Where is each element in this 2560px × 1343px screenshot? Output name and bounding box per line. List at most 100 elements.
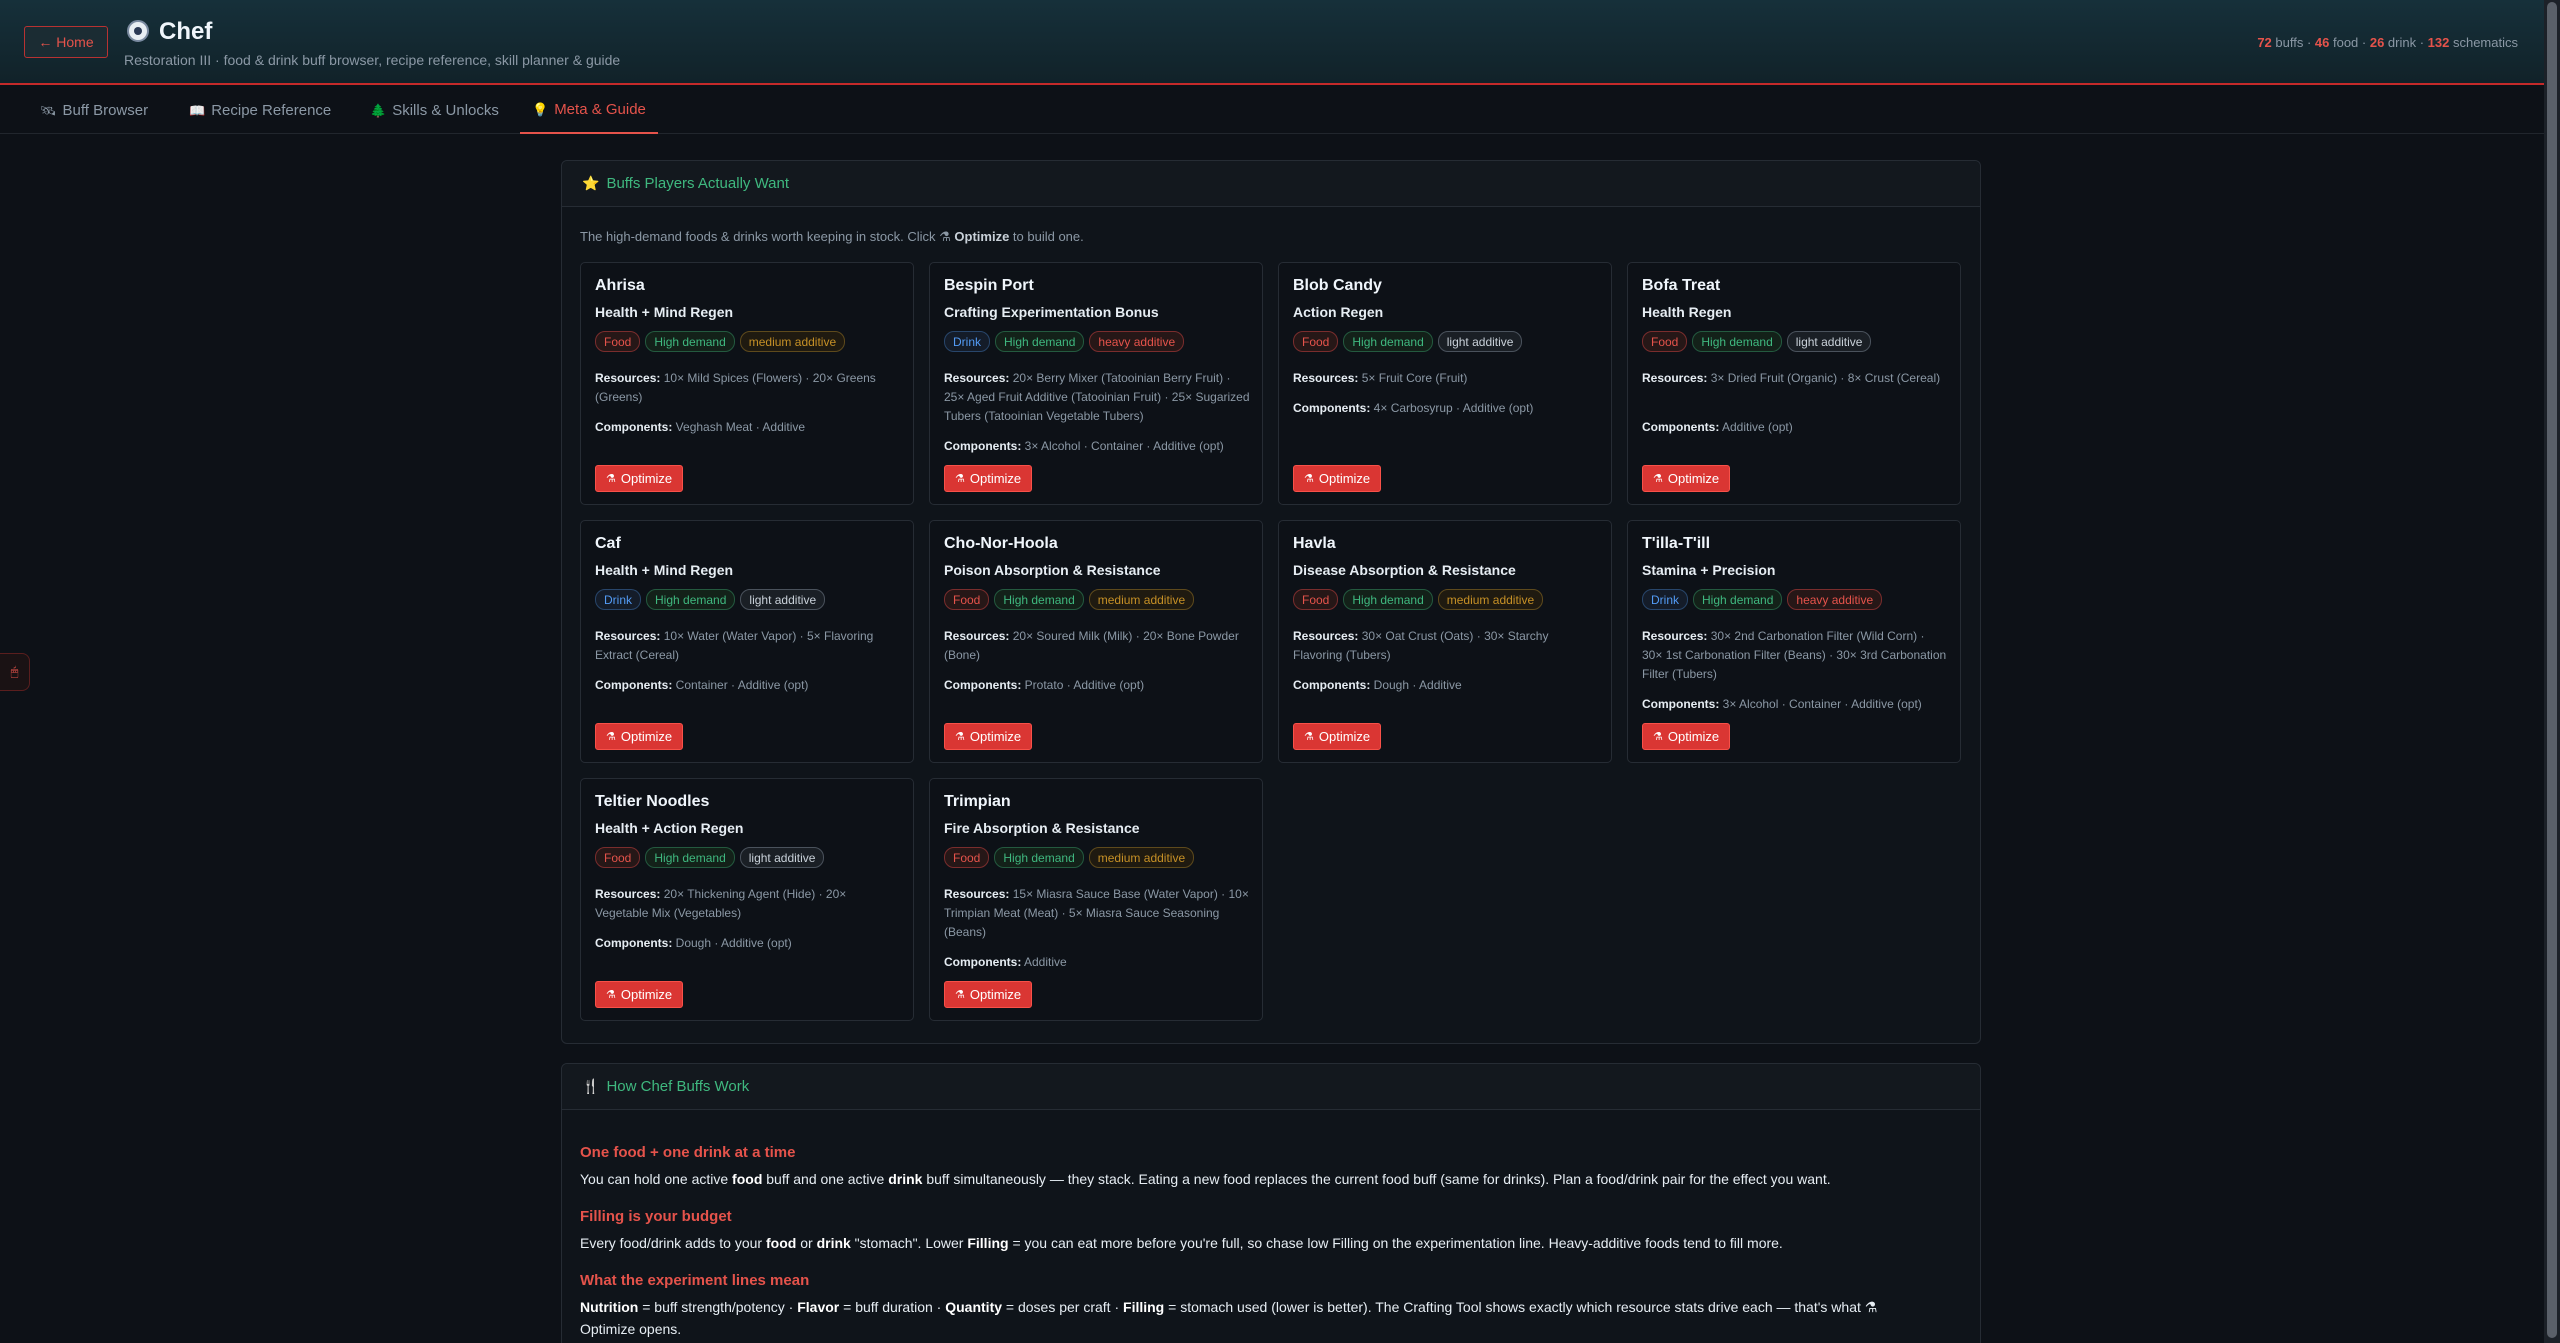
card-buff-effect: Fire Absorption & Resistance (944, 820, 1140, 836)
home-button[interactable]: ← Home (24, 26, 108, 58)
optimize-button[interactable]: ⚗ Optimize (1293, 723, 1382, 750)
buff-card: Ahrisa Health + Mind Regen Food High demand… (580, 262, 914, 505)
additive-badge: medium additive (1437, 589, 1544, 610)
optimize-button[interactable]: ⚗ Optimize (595, 465, 684, 492)
card-buff-effect: Health + Mind Regen (595, 304, 734, 320)
card-resources: Resources: 30× 2nd Carbonation Filter (W… (1642, 627, 1948, 684)
page-scrollbar[interactable] (2544, 0, 2560, 1343)
card-title: T'illa-T'ill (1642, 535, 1711, 552)
card-buff-effect: Poison Absorption & Resistance (944, 562, 1161, 578)
flask-icon: ⚗ (1304, 473, 1314, 485)
demand-badge: High demand (1343, 589, 1433, 610)
book-icon: 📖 (189, 102, 206, 118)
stat-schematics-count: 132 (2427, 35, 2450, 50)
type-badge: Food (1293, 589, 1339, 610)
card-resources: Resources: 15× Miasra Sauce Base (Water … (944, 885, 1250, 942)
tab-bar: 🛰 Buff Browser 📖 Recipe Reference 🌲 Skil… (0, 87, 2544, 134)
card-tags: Food High demand medium additive (1293, 589, 1544, 610)
tree-icon: 🌲 (370, 102, 387, 118)
demand-badge: High demand (994, 589, 1084, 610)
card-components: Components: 3× Alcohol · Container · Add… (1642, 695, 1948, 714)
buff-card: Bofa Treat Health Regen Food High demand lig… (1627, 262, 1961, 505)
components-value: 4× Carbosyrup · Additive (opt) (1373, 401, 1534, 415)
buff-card: Caf Health + Mind Regen Drink High demand li… (580, 520, 914, 763)
tab-label: Skills & Unlocks (392, 102, 499, 119)
type-badge: Drink (595, 589, 642, 610)
optimize-button[interactable]: ⚗ Optimize (944, 981, 1033, 1008)
optimize-button[interactable]: ⚗ Optimize (944, 465, 1033, 492)
tab-skills-unlocks[interactable]: 🌲 Skills & Unlocks (358, 87, 511, 134)
flask-icon: ⚗ (606, 989, 616, 1001)
demand-badge: High demand (645, 331, 735, 352)
optimize-label: Optimize (620, 729, 673, 744)
flask-icon: ⚗ (939, 229, 951, 244)
guide-section-title: One food + one drink at a time (580, 1144, 796, 1161)
card-tags: Food High demand light additive (595, 847, 825, 868)
optimize-label: Optimize (1667, 729, 1720, 744)
guide-section-text: You can hold one active food buff and on… (580, 1171, 1831, 1187)
card-components: Components: 4× Carbosyrup · Additive (op… (1293, 399, 1599, 418)
resources-label: Resources: (944, 629, 1010, 643)
components-value: Container · Additive (opt) (675, 678, 809, 692)
card-resources: Resources: 10× Mild Spices (Flowers) · 2… (595, 369, 901, 407)
panel-title: Buffs Players Actually Want (606, 175, 790, 192)
components-value: Dough · Additive (1373, 678, 1462, 692)
panel-title: How Chef Buffs Work (606, 1078, 750, 1095)
optimize-button[interactable]: ⚗ Optimize (1642, 465, 1731, 492)
type-badge: Drink (1642, 589, 1689, 610)
tab-label: Buff Browser (62, 102, 149, 119)
additive-badge: heavy additive (1089, 331, 1185, 352)
card-tags: Drink High demand heavy additive (1642, 589, 1883, 610)
components-value: 3× Alcohol · Container · Additive (opt) (1722, 697, 1922, 711)
type-badge: Food (1293, 331, 1339, 352)
stat-buffs-label: buffs · (2271, 35, 2315, 50)
optimize-label: Optimize (969, 471, 1022, 486)
card-title: Ahrisa (595, 277, 645, 294)
card-title: Bespin Port (944, 277, 1034, 294)
optimize-button[interactable]: ⚗ Optimize (1293, 465, 1382, 492)
resources-label: Resources: (944, 887, 1010, 901)
page-subtitle: Restoration III · food & drink buff brow… (124, 52, 621, 68)
tab-recipe-reference[interactable]: 📖 Recipe Reference (177, 87, 343, 134)
optimize-button[interactable]: ⚗ Optimize (595, 723, 684, 750)
type-badge: Food (595, 847, 641, 868)
card-buff-effect: Health + Mind Regen (595, 562, 734, 578)
guide-panel: 🍴 How Chef Buffs Work One food + one dri… (561, 1063, 1981, 1343)
components-label: Components: (944, 955, 1022, 969)
wanted-buffs-panel: ⭐ Buffs Players Actually Want The high-d… (561, 160, 1981, 1044)
card-resources: Resources: 5× Fruit Core (Fruit) (1293, 369, 1599, 388)
optimize-button[interactable]: ⚗ Optimize (1642, 723, 1731, 750)
resources-label: Resources: (1293, 629, 1359, 643)
side-drawer-handle[interactable]: 🖱 (0, 653, 30, 691)
guide-section-text: Nutrition = buff strength/potency · Flav… (580, 1299, 1878, 1337)
components-label: Components: (595, 678, 673, 692)
star-icon: ⭐ (582, 175, 600, 191)
card-title: Havla (1293, 535, 1336, 552)
card-resources: Resources: 20× Berry Mixer (Tatooinian B… (944, 369, 1250, 426)
optimize-label: Optimize (1667, 471, 1720, 486)
flask-icon: ⚗ (606, 473, 616, 485)
card-components: Components: Dough · Additive (1293, 676, 1599, 695)
additive-badge: medium additive (1088, 589, 1195, 610)
resources-label: Resources: (1642, 629, 1708, 643)
stat-buffs-count: 72 (2257, 35, 2272, 50)
optimize-label: Optimize (969, 987, 1022, 1002)
card-title: Blob Candy (1293, 277, 1382, 294)
components-value: 3× Alcohol · Container · Additive (opt) (1024, 439, 1224, 453)
optimize-button[interactable]: ⚗ Optimize (595, 981, 684, 1008)
card-tags: Food High demand medium additive (944, 847, 1195, 868)
tab-meta-guide[interactable]: 💡 Meta & Guide (520, 87, 658, 134)
mouse-icon: 🖱 (10, 664, 19, 679)
card-resources: Resources: 3× Dried Fruit (Organic) · 8×… (1642, 369, 1948, 388)
components-label: Components: (944, 439, 1022, 453)
tab-buff-browser[interactable]: 🛰 Buff Browser (28, 87, 160, 134)
additive-badge: light additive (1786, 331, 1872, 352)
optimize-button[interactable]: ⚗ Optimize (944, 723, 1033, 750)
additive-badge: heavy additive (1787, 589, 1883, 610)
guide-section-text: Every food/drink adds to your food or dr… (580, 1235, 1783, 1251)
scrollbar-thumb[interactable] (2547, 2, 2557, 1338)
additive-badge: light additive (740, 589, 826, 610)
card-components: Components: Veghash Meat · Additive (595, 418, 901, 437)
card-resources: Resources: 10× Water (Water Vapor) · 5× … (595, 627, 901, 665)
optimize-label: Optimize (620, 987, 673, 1002)
